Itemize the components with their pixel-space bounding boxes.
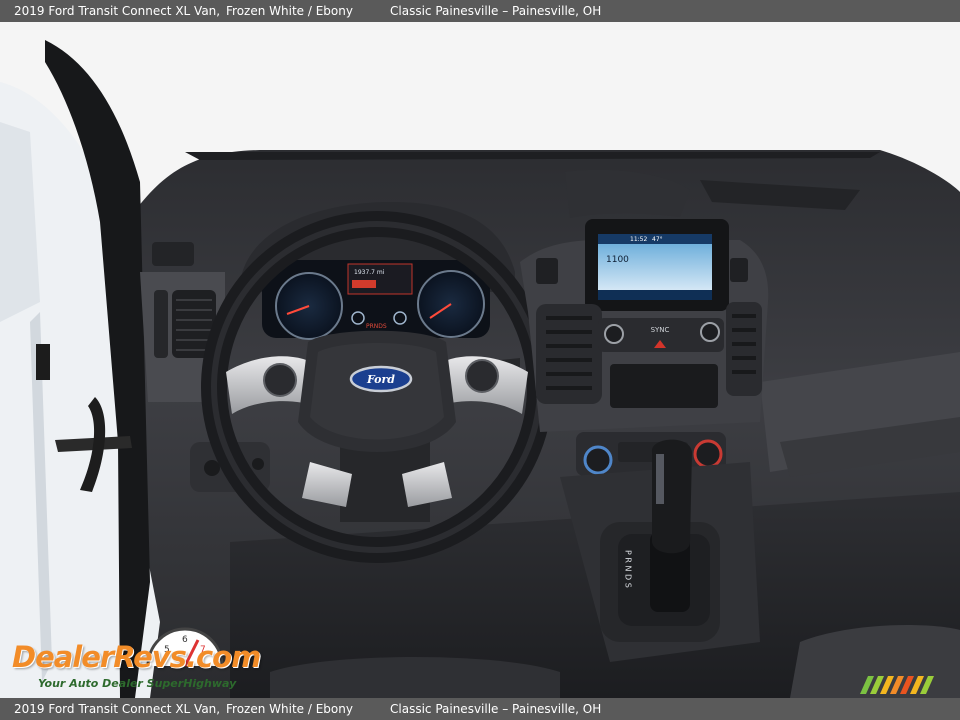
- cluster-odometer: 1937.7 mi: [354, 269, 385, 276]
- sync-label: SYNC: [651, 326, 670, 334]
- screen-temp: 47°: [652, 236, 663, 243]
- caption-bar-bottom: 2019 Ford Transit Connect XL Van, Frozen…: [0, 698, 960, 720]
- dealerrevs-tagline: Your Auto Dealer SuperHighway: [38, 677, 237, 690]
- screen-time: 11:52: [630, 236, 647, 243]
- cluster-gear-indicator: PRNDS: [366, 323, 387, 330]
- caption-dealer: Classic Painesville – Painesville, OH: [390, 4, 602, 18]
- caption-vehicle: 2019 Ford Transit Connect XL Van,: [14, 4, 221, 18]
- dealerrevs-logo: DealerRevs.com: [12, 640, 261, 674]
- caption-bar-top: 2019 Ford Transit Connect XL Van, Frozen…: [0, 0, 960, 22]
- dashboard-photo: 1937.7 mi PRNDS Ford 11:52 47° 1100 SYNC…: [0, 22, 960, 698]
- caption-dealer-bottom: Classic Painesville – Painesville, OH: [390, 702, 602, 716]
- gear-letters: P R N D S: [624, 550, 633, 588]
- caption-color: Frozen White / Ebony: [226, 4, 353, 18]
- screen-value: 1100: [606, 255, 629, 265]
- stripes-logo-icon: [860, 676, 934, 694]
- caption-vehicle-bottom: 2019 Ford Transit Connect XL Van,: [14, 702, 221, 716]
- dealerrevs-watermark: 5 6 7 DealerRevs.com Your Auto Dealer Su…: [10, 620, 270, 694]
- caption-color-bottom: Frozen White / Ebony: [226, 702, 353, 716]
- ford-badge: Ford: [366, 373, 395, 386]
